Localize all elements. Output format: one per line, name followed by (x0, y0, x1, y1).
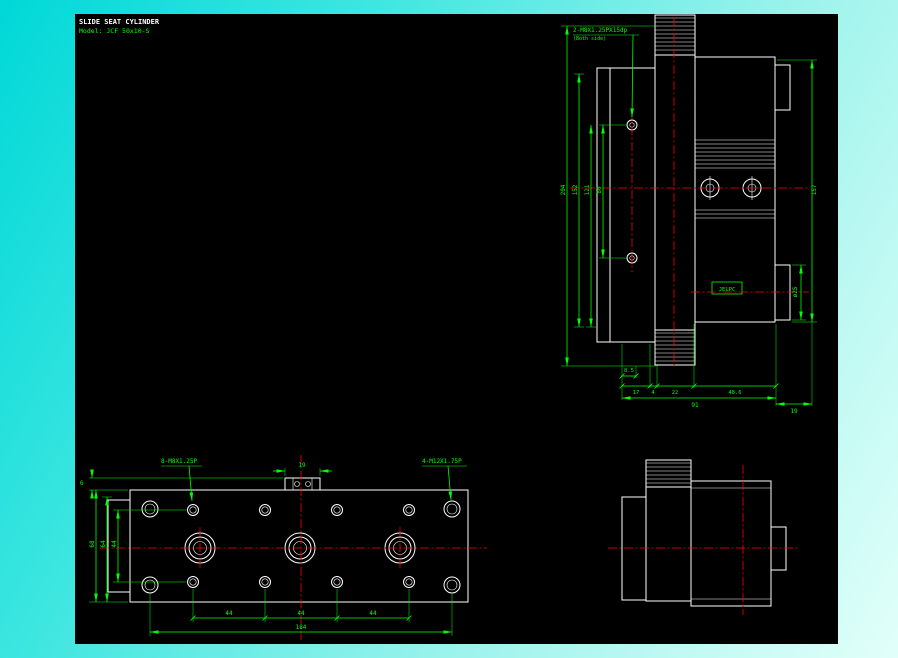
port-boss-top (774, 64, 791, 111)
tap-callout-note: (Both side) (573, 36, 606, 42)
dim-204: 204 (560, 184, 567, 195)
m12-hole-minor (144, 579, 156, 591)
plan-view: 19 6 68 64 44 44 44 44 184 8-M8X1.25P 4-… (80, 455, 487, 641)
dim-44-left: 44 (111, 540, 118, 548)
port-boss-bottom (774, 264, 791, 321)
plan-extension-lines (89, 468, 453, 636)
slide-plate-hatch (646, 462, 691, 484)
mount-plate-end (621, 496, 647, 601)
m12-hole (141, 500, 159, 518)
dim-19-plan: 19 (298, 462, 306, 469)
side-view-outline: JELPC (596, 14, 791, 366)
drawing-svg: SLIDE SEAT CYLINDER Model: JCF 50x10-S J… (79, 14, 818, 641)
m8-hole (187, 504, 199, 516)
dim-22: 22 (672, 390, 679, 396)
drawing-title: SLIDE SEAT CYLINDER (79, 18, 160, 26)
m12-hole (443, 576, 461, 594)
dim-184: 184 (296, 624, 307, 631)
tap-callout-label: 2-M8X1.25PX15dp (573, 27, 628, 34)
dim-8-5: 8.5 (624, 368, 634, 374)
boss-pin-hole (294, 481, 300, 487)
dim-44-1: 44 (225, 610, 233, 617)
boss-pin-hole (305, 481, 311, 487)
dim-80: 80 (596, 186, 603, 194)
m8-hole (187, 576, 199, 588)
m12-hole (443, 500, 461, 518)
end-view-centerlines (608, 465, 799, 615)
flange-hatch-top (655, 17, 695, 51)
m12-hole (141, 576, 159, 594)
m8-hole-minor (405, 506, 413, 514)
dim-64: 64 (100, 540, 107, 548)
dim-68: 68 (89, 540, 96, 548)
m12-hole-minor (144, 503, 156, 515)
dim-44-2: 44 (297, 610, 305, 617)
dim-157: 157 (811, 184, 818, 195)
m8-hole (259, 576, 271, 588)
plan-view-dimensions: 19 6 68 64 44 44 44 44 184 8-M8X1.25P 4-… (80, 458, 467, 636)
end-view (608, 459, 799, 615)
seat-plate-plan (129, 489, 469, 603)
m8-hole-minor (405, 578, 413, 586)
m8-hole-minor (333, 506, 341, 514)
flange-plate (654, 14, 696, 366)
cad-drawing-canvas[interactable]: SLIDE SEAT CYLINDER Model: JCF 50x10-S J… (75, 14, 838, 644)
plan-view-outline (107, 477, 469, 603)
m8-callout-leader (188, 465, 194, 502)
slide-plate-end (645, 459, 692, 602)
port-boss-end (770, 526, 787, 571)
m8-callout-label: 8-M8X1.25P (161, 458, 198, 465)
dim-4: 4 (651, 390, 655, 396)
tap-callout-leader (630, 34, 634, 118)
m8-hole-minor (261, 578, 269, 586)
side-view: JELPC 204 152 121 80 157 ø25 8.5 17 4 22… (560, 14, 818, 415)
dim-19: 19 (790, 408, 798, 415)
dim-17: 17 (633, 390, 640, 396)
dim-44-3: 44 (369, 610, 377, 617)
m8-hole-minor (333, 578, 341, 586)
m8-hole-minor (189, 506, 197, 514)
m12-hole-minor (446, 579, 458, 591)
m8-hole-minor (189, 578, 197, 586)
dim-152: 152 (572, 184, 579, 195)
m8-hole (331, 504, 343, 516)
dim-121: 121 (584, 184, 591, 195)
seat-plate-section (596, 67, 656, 343)
side-view-centerlines (570, 17, 809, 368)
dim-dia25: ø25 (792, 286, 799, 297)
dim-6: 6 (80, 480, 84, 487)
m12-hole-minor (446, 503, 458, 515)
drawing-model: Model: JCF 50x10-S (79, 27, 150, 35)
m8-hole (403, 504, 415, 516)
end-view-outline (621, 459, 787, 607)
flange-hatch-bottom (655, 332, 695, 362)
plan-view-centerlines (100, 455, 487, 641)
cylinder-body-end (690, 480, 772, 607)
m8-hole (259, 504, 271, 516)
m8-hole (403, 576, 415, 588)
dim-48-6: 48.6 (728, 390, 741, 396)
side-view-dimensions: 204 152 121 80 157 ø25 8.5 17 4 22 48.6 … (560, 25, 818, 415)
title-block: SLIDE SEAT CYLINDER Model: JCF 50x10-S (79, 18, 160, 35)
top-boss (284, 477, 321, 491)
m12-callout-leader (447, 465, 453, 501)
dim-91: 91 (691, 402, 699, 409)
m8-hole (331, 576, 343, 588)
m8-hole-minor (261, 506, 269, 514)
m12-callout-label: 4-M12X1.75P (422, 458, 462, 465)
